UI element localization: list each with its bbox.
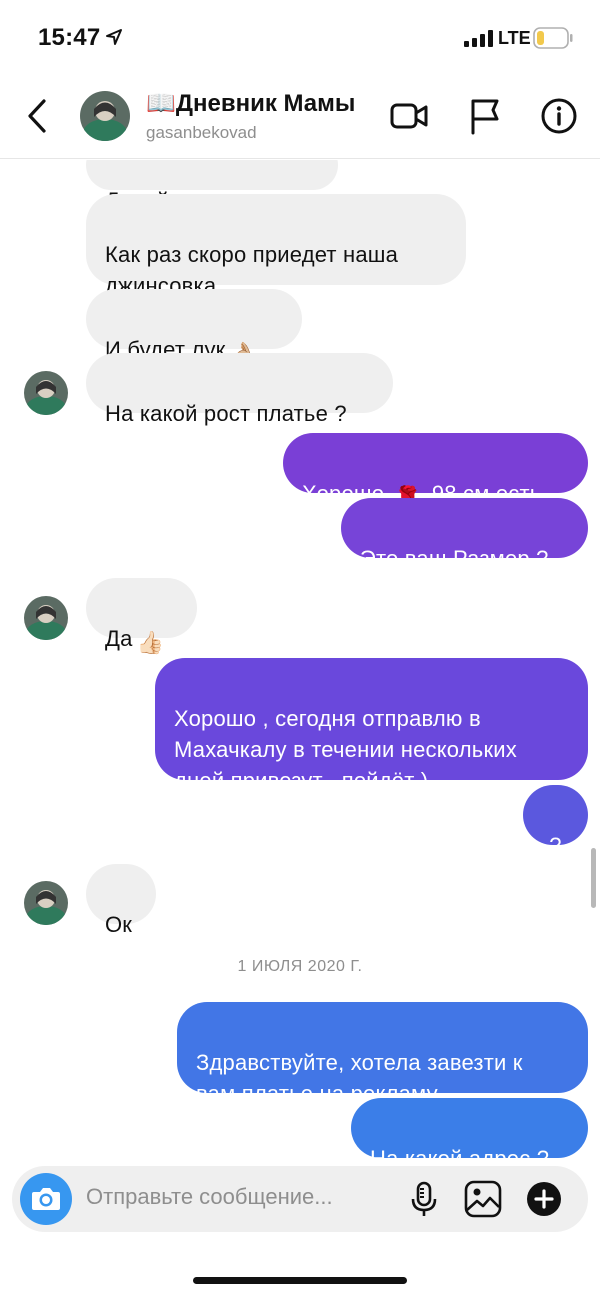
message-text: Ок — [105, 912, 133, 937]
message-incoming: Ок — [86, 864, 156, 937]
book-icon: 📖 — [146, 90, 176, 117]
status-bar: 15:47 LTE — [0, 0, 600, 75]
message-incoming: Давайте тогда его — [86, 160, 338, 213]
date-separator: 1 ИЮЛЯ 2020 Г. — [237, 958, 363, 975]
plus-icon[interactable] — [524, 1179, 564, 1219]
message-composer: Отправьте сообщение... — [12, 1166, 588, 1232]
network-type: LTE — [498, 28, 531, 48]
contact-name[interactable]: 📖Дневник Мамы — [146, 89, 355, 118]
info-icon[interactable] — [538, 95, 580, 137]
message-outgoing: Хорошо🌹98 см есть — [283, 433, 588, 510]
message-list[interactable]: Давайте тогда его Как раз скоро приедет … — [0, 160, 600, 1162]
message-incoming: На какой рост платье ? — [86, 353, 393, 426]
message-text: ? — [549, 833, 562, 858]
back-arrow-icon[interactable] — [22, 95, 52, 137]
contact-name-text: Дневник Мамы — [175, 90, 356, 117]
message-outgoing: Здравствуйте, хотела завезти к вам плать… — [177, 1002, 588, 1106]
message-text: Это ваш Размер ? — [360, 546, 549, 571]
video-call-icon[interactable] — [388, 95, 430, 137]
camera-button[interactable] — [20, 1173, 72, 1225]
message-input[interactable]: Отправьте сообщение... — [86, 1184, 333, 1210]
contact-avatar[interactable] — [80, 91, 130, 141]
camera-icon — [32, 1188, 60, 1210]
scrollbar[interactable] — [591, 848, 596, 908]
home-indicator — [193, 1277, 407, 1284]
signal-icon — [464, 30, 493, 47]
contact-username: gasanbekovad — [146, 123, 257, 142]
message-outgoing: ? — [523, 785, 588, 858]
gallery-icon[interactable] — [463, 1179, 503, 1219]
message-incoming: Да 👍🏻 — [86, 578, 197, 655]
message-text: На какой рост платье ? — [105, 401, 347, 426]
thumbs-up-emoji: 👍🏻 — [136, 630, 165, 655]
flag-icon[interactable] — [464, 95, 506, 137]
sender-avatar[interactable] — [24, 371, 68, 415]
message-text: Хорошо , сегодня отправлю в Махачкалу в … — [174, 706, 517, 793]
battery-icon — [533, 27, 573, 49]
message-outgoing: Это ваш Размер ? — [341, 498, 588, 571]
message-incoming: И будет лук👌🏼 — [86, 289, 302, 366]
status-time: 15:47 — [38, 24, 101, 51]
location-arrow-icon — [106, 29, 122, 45]
message-incoming: Как раз скоро приедет наша джинсовка — [86, 194, 466, 298]
microphone-icon[interactable] — [404, 1179, 444, 1219]
chat-header: 📖Дневник Мамы gasanbekovad — [0, 75, 600, 159]
sender-avatar[interactable] — [24, 881, 68, 925]
sender-avatar[interactable] — [24, 596, 68, 640]
message-text: На какой адрес ? — [370, 1146, 550, 1162]
message-text: Да — [105, 626, 133, 651]
message-outgoing: Хорошо , сегодня отправлю в Махачкалу в … — [155, 658, 588, 793]
message-outgoing: На какой адрес ? — [351, 1098, 588, 1162]
